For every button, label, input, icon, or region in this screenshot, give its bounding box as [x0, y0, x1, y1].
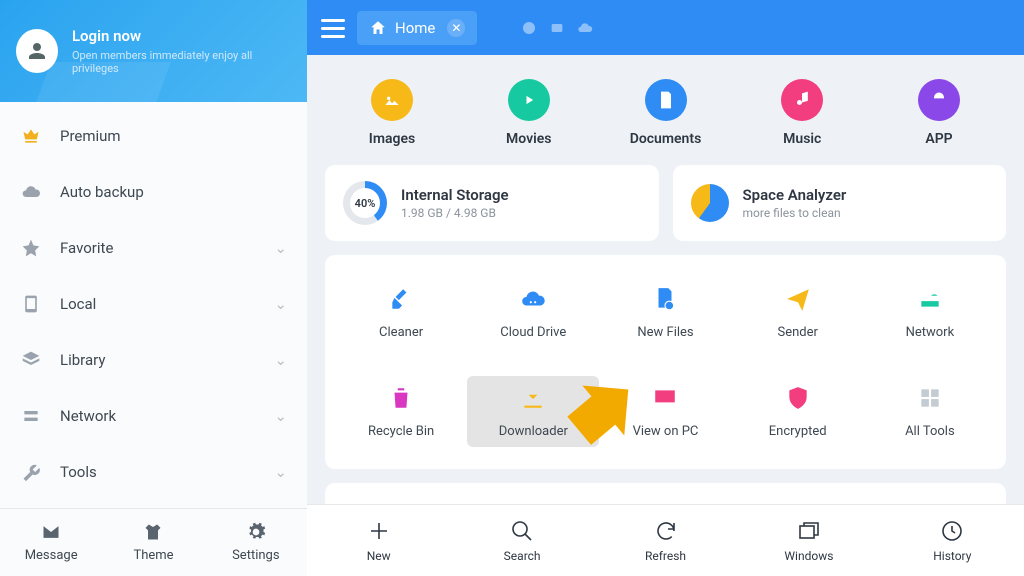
space-analyzer-card[interactable]: Space Analyzer more files to clean [673, 165, 1007, 241]
tool-cleaner[interactable]: Cleaner [335, 277, 467, 348]
broom-icon [387, 285, 415, 313]
category-images[interactable]: Images [347, 79, 437, 147]
chevron-down-icon: ⌄ [274, 351, 287, 369]
sidebar-item-label: Auto backup [60, 183, 144, 201]
pie-chart-icon [691, 184, 729, 222]
tool-sender[interactable]: Sender [732, 277, 864, 348]
sidebar-item-premium[interactable]: Premium [0, 108, 307, 164]
history-button[interactable]: History [881, 505, 1024, 576]
sidebar-item-favorite[interactable]: Favorite ⌄ [0, 220, 307, 276]
tools-grid: Cleaner Cloud Drive New Files Sender Net… [325, 255, 1006, 469]
documents-icon [645, 79, 687, 121]
tool-view-on-pc[interactable]: View on PC [599, 376, 731, 447]
chevron-down-icon: ⌄ [274, 407, 287, 425]
sidebar-item-library[interactable]: Library ⌄ [0, 332, 307, 388]
pc-icon [651, 384, 679, 412]
cloud-icon [519, 285, 547, 313]
chevron-down-icon: ⌄ [274, 295, 287, 313]
theme-button[interactable]: Theme [102, 509, 204, 576]
tool-encrypted[interactable]: Encrypted [732, 376, 864, 447]
main: Home ✕ Images Movies Documents [307, 0, 1024, 576]
music-icon [781, 79, 823, 121]
topbar-status-icons [493, 20, 593, 36]
settings-button[interactable]: Settings [205, 509, 307, 576]
message-button[interactable]: Message [0, 509, 102, 576]
file-clock-icon [651, 285, 679, 313]
category-movies[interactable]: Movies [484, 79, 574, 147]
internal-storage-card[interactable]: 40% Internal Storage 1.98 GB / 4.98 GB [325, 165, 659, 241]
refresh-button[interactable]: Refresh [594, 505, 737, 576]
movies-icon [508, 79, 550, 121]
star-icon [20, 237, 42, 259]
layers-icon [20, 349, 42, 371]
windows-icon [797, 519, 821, 543]
phone-icon [20, 293, 42, 315]
avatar [16, 29, 58, 73]
chevron-down-icon: ⌄ [274, 239, 287, 257]
category-app[interactable]: APP [894, 79, 984, 147]
sidebar-item-label: Premium [60, 127, 121, 145]
close-tab-button[interactable]: ✕ [447, 19, 465, 37]
category-documents[interactable]: Documents [621, 79, 711, 147]
grid-icon [916, 384, 944, 412]
sidebar-item-local[interactable]: Local ⌄ [0, 276, 307, 332]
category-music[interactable]: Music [757, 79, 847, 147]
topbar: Home ✕ [307, 0, 1024, 55]
sidebar-item-tools[interactable]: Tools ⌄ [0, 444, 307, 500]
tool-all-tools[interactable]: All Tools [864, 376, 996, 447]
shirt-icon [143, 522, 163, 542]
cloud-icon [20, 181, 42, 203]
sidebar-item-label: Favorite [60, 239, 113, 257]
tool-cloud-drive[interactable]: Cloud Drive [467, 277, 599, 348]
tool-network[interactable]: Network [864, 277, 996, 348]
shield-icon [784, 384, 812, 412]
send-icon [784, 285, 812, 313]
plus-icon [367, 519, 391, 543]
gear-icon [246, 522, 266, 542]
tool-downloader[interactable]: Downloader [467, 376, 599, 447]
home-icon [369, 19, 387, 37]
tool-new-files[interactable]: New Files [599, 277, 731, 348]
refresh-icon [654, 519, 678, 543]
download-icon [519, 384, 547, 412]
wrench-icon [20, 461, 42, 483]
chevron-down-icon: ⌄ [274, 463, 287, 481]
storage-donut-icon: 40% [343, 181, 387, 225]
category-row: Images Movies Documents Music APP [325, 73, 1006, 165]
menu-button[interactable] [319, 14, 347, 42]
sidebar-bottom: Message Theme Settings [0, 508, 307, 576]
pie-icon [521, 20, 537, 36]
sidebar-item-network[interactable]: Network ⌄ [0, 388, 307, 444]
envelope-icon [41, 522, 61, 542]
images-icon [371, 79, 413, 121]
android-icon [918, 79, 960, 121]
router-icon [916, 285, 944, 313]
cloud-small-icon [577, 20, 593, 36]
tab-home[interactable]: Home ✕ [357, 11, 477, 45]
sidebar-item-autobackup[interactable]: Auto backup [0, 164, 307, 220]
sidebar-item-label: Network [60, 407, 116, 425]
search-button[interactable]: Search [450, 505, 593, 576]
network-icon [20, 405, 42, 427]
bottombar: New Search Refresh Windows History [307, 504, 1024, 576]
windows-button[interactable]: Windows [737, 505, 880, 576]
new-button[interactable]: New [307, 505, 450, 576]
sidebar-list: Premium Auto backup Favorite ⌄ Local ⌄ L… [0, 102, 307, 508]
crown-icon [20, 125, 42, 147]
download-icon [493, 20, 509, 36]
login-subtitle: Open members immediately enjoy all privi… [72, 49, 291, 75]
card-icon [549, 20, 565, 36]
history-icon [940, 519, 964, 543]
sidebar-header[interactable]: Login now Open members immediately enjoy… [0, 0, 307, 102]
content: Images Movies Documents Music APP 40% [307, 55, 1024, 576]
sidebar-item-label: Library [60, 351, 105, 369]
sidebar-item-label: Tools [60, 463, 97, 481]
tool-recycle-bin[interactable]: Recycle Bin [335, 376, 467, 447]
trash-icon [387, 384, 415, 412]
login-title: Login now [72, 27, 291, 45]
search-icon [510, 519, 534, 543]
sidebar-item-label: Local [60, 295, 96, 313]
sidebar: Login now Open members immediately enjoy… [0, 0, 307, 576]
